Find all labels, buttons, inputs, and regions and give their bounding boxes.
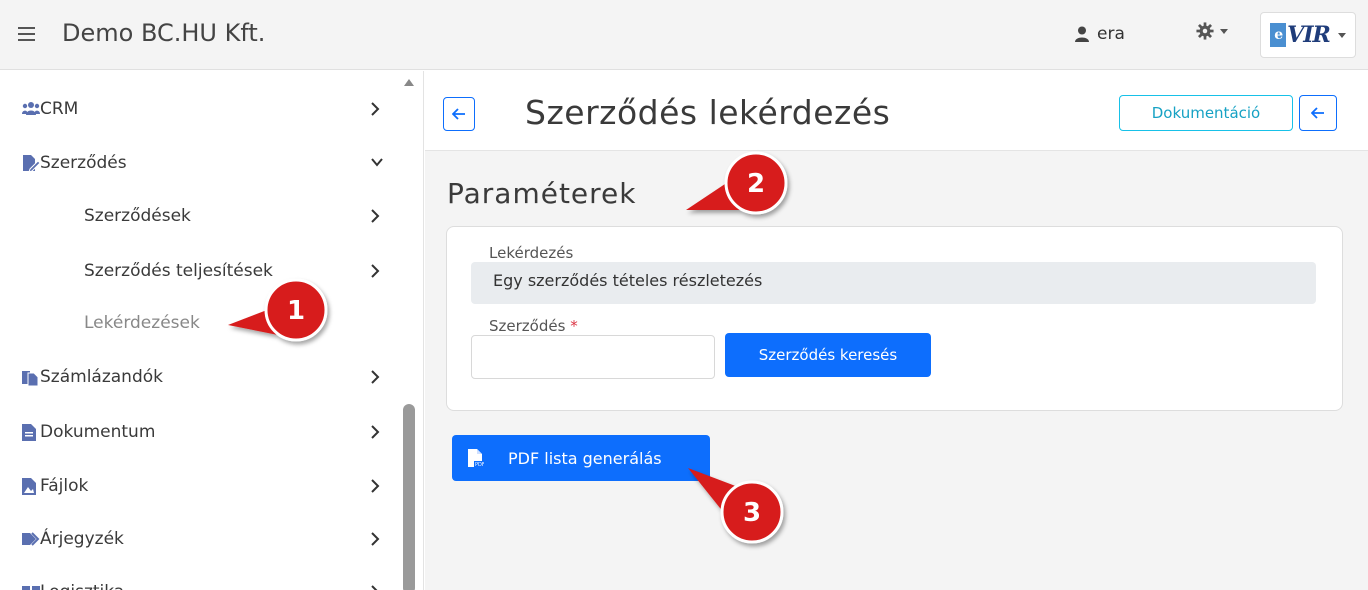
parameters-card: Egy szerződés tételes részletezés Lekérd…	[446, 226, 1343, 411]
callout-number: 2	[747, 169, 765, 199]
image-file-icon	[22, 478, 36, 495]
main-content: Szerződés lekérdezés Dokumentáció Paramé…	[425, 71, 1368, 590]
file-icon	[22, 424, 36, 441]
chevron-right-icon	[371, 370, 380, 384]
user-menu[interactable]: era	[1075, 24, 1125, 44]
sidebar-item-pricelist[interactable]: Árjegyzék	[0, 521, 395, 557]
company-title: Demo BC.HU Kft.	[62, 19, 266, 47]
svg-text:PDF: PDF	[475, 462, 484, 467]
chevron-right-icon	[371, 102, 380, 116]
sidebar-scrollbar[interactable]	[397, 71, 421, 590]
contract-edit-icon	[23, 155, 40, 172]
page-title: Szerződés lekérdezés	[525, 93, 891, 132]
contract-input[interactable]	[471, 335, 715, 379]
sidebar-item-contracts[interactable]: Szerződések	[0, 198, 395, 234]
callout-number: 3	[743, 498, 761, 528]
settings-menu[interactable]	[1196, 22, 1228, 40]
section-title: Paraméterek	[447, 177, 637, 210]
callout-2: 2	[686, 148, 816, 232]
chevron-down-icon	[1220, 28, 1228, 34]
callout-1: 1	[228, 275, 348, 359]
chevron-right-icon	[371, 532, 380, 546]
pdf-button-label: PDF lista generálás	[508, 448, 662, 468]
contract-search-button[interactable]: Szerződés keresés	[725, 333, 931, 377]
user-name: era	[1097, 24, 1125, 44]
hamburger-menu-icon[interactable]	[16, 24, 40, 44]
back-button[interactable]	[443, 97, 475, 131]
evir-logo: e VIR	[1270, 22, 1331, 48]
sidebar-item-label: Fájlok	[40, 476, 89, 496]
query-label: Lekérdezés	[485, 244, 578, 262]
sidebar-item-label: CRM	[40, 99, 79, 119]
logistics-icon	[22, 586, 40, 590]
chevron-right-icon	[371, 479, 380, 493]
page-header: Szerződés lekérdezés Dokumentáció	[425, 71, 1368, 151]
documentation-button[interactable]: Dokumentáció	[1119, 95, 1293, 131]
callout-3: 3	[688, 468, 818, 562]
users-icon	[22, 102, 40, 115]
sidebar-item-billables[interactable]: Számlázandók	[0, 359, 395, 395]
chevron-right-icon	[371, 585, 378, 590]
scrollbar-thumb[interactable]	[403, 404, 415, 590]
user-icon	[1075, 26, 1089, 42]
sidebar-item-label: Szerződések	[84, 206, 191, 226]
contract-label: Szerződés *	[485, 317, 582, 335]
chevron-down-icon	[1337, 32, 1346, 38]
pdf-generate-button[interactable]: PDF PDF lista generálás	[452, 435, 710, 481]
chevron-right-icon	[371, 209, 380, 223]
chevron-down-icon	[371, 158, 383, 167]
sidebar-item-label: Dokumentum	[40, 422, 156, 442]
sidebar: CRM Szerződés Szerződések Szerződés telj…	[0, 71, 424, 590]
sidebar-item-contract[interactable]: Szerződés	[0, 145, 395, 181]
sidebar-item-crm[interactable]: CRM	[0, 91, 395, 127]
chevron-right-icon	[371, 425, 380, 439]
sidebar-item-files[interactable]: Fájlok	[0, 468, 395, 504]
app-switcher-button[interactable]: e VIR	[1260, 12, 1356, 58]
sidebar-item-label: Lekérdezések	[84, 313, 200, 333]
files-icon	[22, 371, 38, 386]
gear-icon	[1196, 22, 1214, 40]
arrow-left-icon	[1311, 107, 1324, 119]
back-button-right[interactable]	[1299, 95, 1337, 131]
sidebar-item-logistics[interactable]: Logisztika	[0, 574, 395, 590]
top-bar: Demo BC.HU Kft. era e VIR	[0, 0, 1368, 70]
sidebar-item-label: Szerződés	[40, 153, 127, 173]
tags-icon	[22, 532, 40, 546]
sidebar-item-label: Logisztika	[40, 582, 124, 590]
callout-number: 1	[287, 296, 305, 326]
sidebar-item-label: Árjegyzék	[40, 529, 124, 549]
scroll-up-arrow-icon[interactable]	[404, 79, 414, 86]
pdf-file-icon: PDF	[468, 449, 484, 467]
chevron-right-icon	[371, 264, 380, 278]
required-marker: *	[570, 317, 578, 335]
sidebar-item-label: Számlázandók	[40, 367, 163, 387]
arrow-left-icon	[452, 108, 465, 120]
sidebar-item-document[interactable]: Dokumentum	[0, 414, 395, 450]
query-select[interactable]: Egy szerződés tételes részletezés	[471, 262, 1316, 304]
